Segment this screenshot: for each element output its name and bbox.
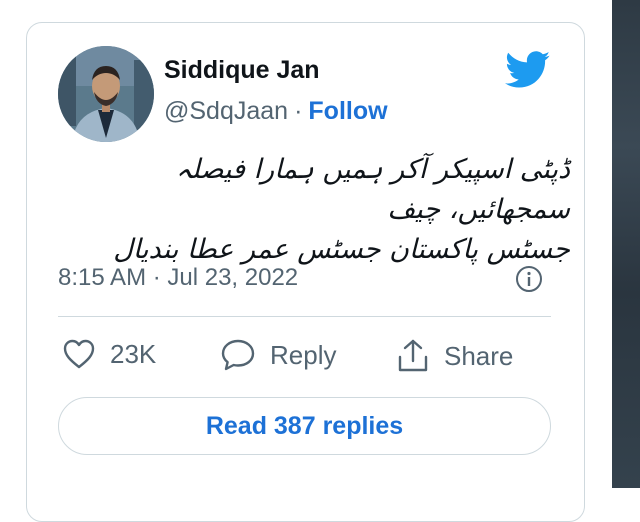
share-label: Share — [444, 340, 514, 371]
speech-bubble-icon — [221, 339, 255, 371]
background-strip — [612, 0, 640, 488]
share-icon — [398, 339, 428, 372]
info-icon[interactable] — [515, 265, 543, 293]
separator-dot: · — [294, 97, 303, 125]
reply-label: Reply — [270, 339, 337, 370]
tweet-timestamp[interactable]: 8:15 AM · Jul 23, 2022 — [58, 264, 298, 292]
reply-button[interactable]: Reply — [220, 338, 336, 372]
author-name[interactable]: Siddique Jan — [164, 56, 320, 85]
read-replies-button[interactable]: Read 387 replies — [58, 397, 551, 455]
avatar[interactable] — [58, 46, 154, 142]
tweet-text: ڈپٹی اسپیکر آکر ہمیں ہمارا فیصلہ سمجھائی… — [80, 150, 570, 270]
divider — [58, 316, 551, 317]
twitter-bird-icon[interactable] — [505, 51, 551, 89]
share-button[interactable]: Share — [396, 338, 513, 374]
author-handle-row: @SdqJaan · Follow — [164, 97, 388, 126]
like-button[interactable]: 23K — [62, 338, 156, 370]
follow-button[interactable]: Follow — [308, 97, 387, 125]
author-handle[interactable]: @SdqJaan — [164, 97, 288, 125]
heart-icon — [63, 339, 95, 369]
tweet-text-line-1: ڈپٹی اسپیکر آکر ہمیں ہمارا فیصلہ سمجھائی… — [175, 154, 570, 225]
like-count: 23K — [110, 338, 157, 369]
